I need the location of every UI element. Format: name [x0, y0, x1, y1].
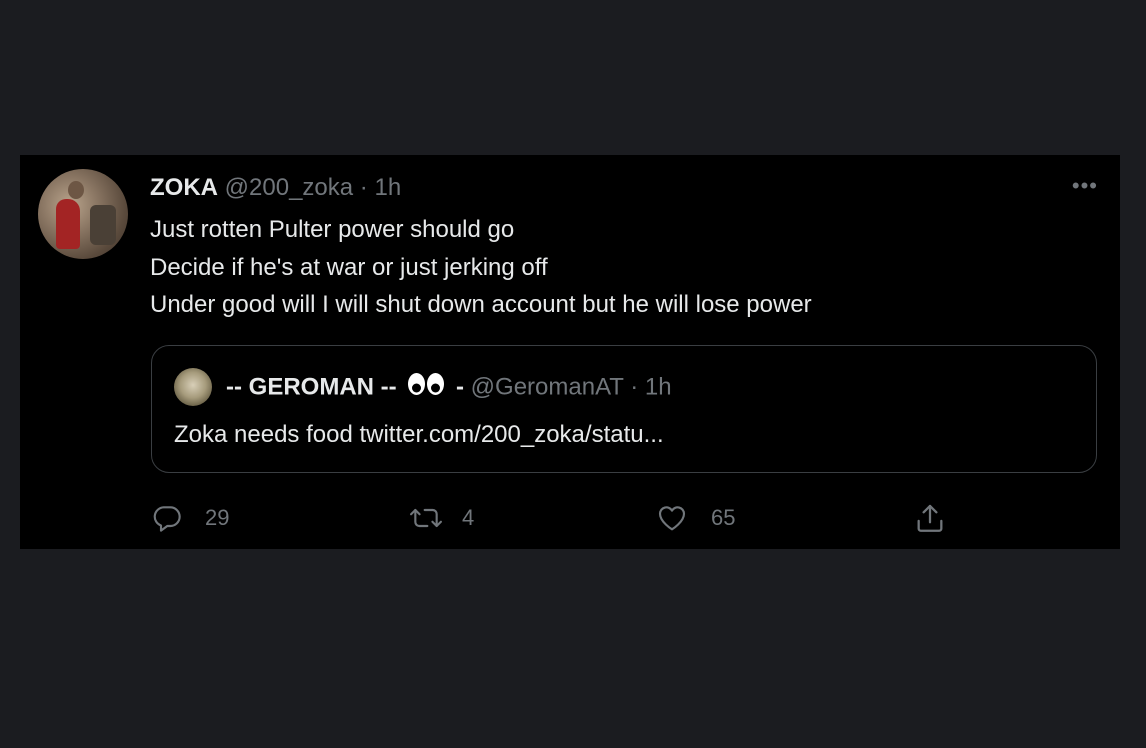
- quoted-tweet-text: Zoka needs food twitter.com/200_zoka/sta…: [174, 421, 664, 448]
- quoted-time: 1h: [644, 373, 672, 401]
- reply-count: 29: [205, 505, 230, 530]
- reply-button[interactable]: 29: [151, 501, 229, 535]
- retweet-count: 4: [462, 505, 475, 530]
- quoted-separator: ·: [630, 373, 639, 401]
- reply-icon: [151, 502, 183, 534]
- author-avatar[interactable]: [38, 169, 128, 259]
- retweet-icon: [408, 502, 444, 534]
- tweet-line: Under good will I will shut down account…: [150, 291, 812, 318]
- quoted-author-avatar: [174, 368, 212, 406]
- quoted-author-handle: @GeromanAT: [470, 373, 624, 401]
- quoted-tweet-header: -- GEROMAN -- - @GeromanAT · 1h: [226, 372, 672, 404]
- tweet-header: ZOKA @200_zoka · 1h: [150, 173, 401, 203]
- share-button[interactable]: [913, 501, 947, 535]
- tweet-card[interactable]: ZOKA @200_zoka · 1h ••• Just rotten Pult…: [20, 155, 1120, 549]
- eyes-icon: [407, 372, 445, 404]
- quoted-author-name: -- GEROMAN --: [226, 373, 397, 401]
- like-button[interactable]: 65: [655, 501, 735, 535]
- more-options-icon[interactable]: •••: [1072, 173, 1098, 199]
- tweet-line: Decide if he's at war or just jerking of…: [150, 253, 548, 281]
- quoted-tweet[interactable]: -- GEROMAN -- - @GeromanAT · 1h Zoka nee…: [151, 345, 1097, 473]
- quoted-name-suffix: -: [455, 373, 464, 401]
- avatar-figure-head: [68, 181, 84, 199]
- author-handle[interactable]: @200_zoka: [225, 174, 353, 201]
- tweet-text: Just rotten Pulter power should go Decid…: [150, 211, 1090, 324]
- like-icon: [655, 502, 689, 534]
- share-icon: [913, 501, 947, 535]
- like-count: 65: [711, 505, 736, 530]
- tweet-time[interactable]: 1h: [374, 174, 401, 201]
- retweet-button[interactable]: 4: [408, 501, 474, 535]
- header-separator: ·: [359, 174, 368, 201]
- avatar-figure-background: [90, 205, 116, 245]
- avatar-figure-body: [56, 199, 80, 249]
- tweet-line: Just rotten Pulter power should go: [150, 216, 515, 243]
- author-name[interactable]: ZOKA: [150, 174, 218, 201]
